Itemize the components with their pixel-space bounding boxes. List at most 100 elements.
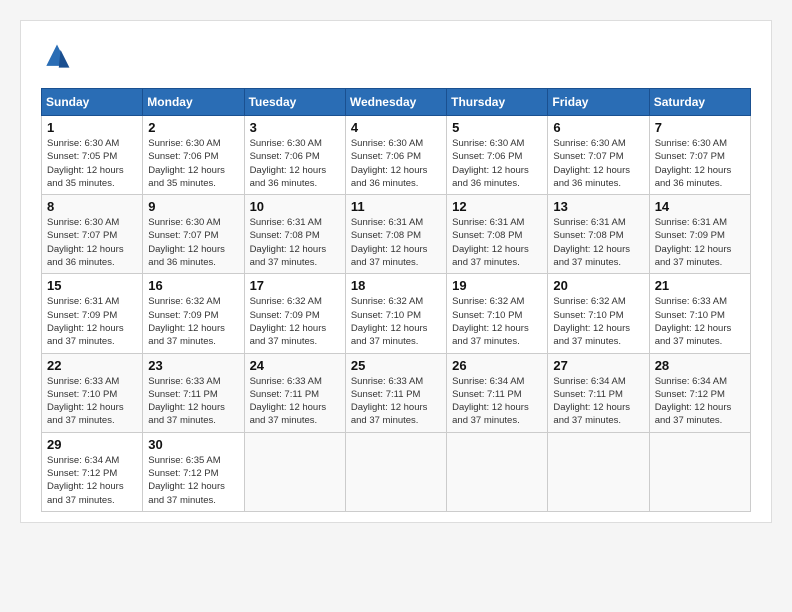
weekday-header-monday: Monday	[143, 89, 244, 116]
calendar-cell: 14 Sunrise: 6:31 AMSunset: 7:09 PMDayligh…	[649, 195, 750, 274]
day-info: Sunrise: 6:33 AMSunset: 7:10 PMDaylight:…	[655, 295, 745, 348]
calendar-week-5: 29Sunrise: 6:34 AMSunset: 7:12 PMDayligh…	[42, 432, 751, 511]
day-info: Sunrise: 6:33 AMSunset: 7:11 PMDaylight:…	[351, 375, 441, 428]
day-number: 6	[553, 120, 643, 135]
calendar-cell: 7 Sunrise: 6:30 AMSunset: 7:07 PMDaylight…	[649, 116, 750, 195]
day-info: Sunrise: 6:32 AMSunset: 7:10 PMDaylight:…	[351, 295, 441, 348]
calendar-cell: 27 Sunrise: 6:34 AMSunset: 7:11 PMDayligh…	[548, 353, 649, 432]
day-number: 21	[655, 278, 745, 293]
calendar-cell: 26Sunrise: 6:34 AMSunset: 7:11 PMDayligh…	[447, 353, 548, 432]
day-number: 18	[351, 278, 441, 293]
day-number: 4	[351, 120, 441, 135]
day-info: Sunrise: 6:30 AMSunset: 7:06 PMDaylight:…	[148, 137, 238, 190]
weekday-header-wednesday: Wednesday	[345, 89, 446, 116]
day-number: 19	[452, 278, 542, 293]
day-info: Sunrise: 6:32 AMSunset: 7:10 PMDaylight:…	[452, 295, 542, 348]
day-number: 23	[148, 358, 238, 373]
day-number: 28	[655, 358, 745, 373]
calendar-cell: 6 Sunrise: 6:30 AMSunset: 7:07 PMDaylight…	[548, 116, 649, 195]
calendar-cell: 4 Sunrise: 6:30 AMSunset: 7:06 PMDaylight…	[345, 116, 446, 195]
day-info: Sunrise: 6:34 AMSunset: 7:11 PMDaylight:…	[452, 375, 542, 428]
day-number: 17	[250, 278, 340, 293]
day-number: 2	[148, 120, 238, 135]
weekday-header-row: SundayMondayTuesdayWednesdayThursdayFrid…	[42, 89, 751, 116]
calendar-cell: 13 Sunrise: 6:31 AMSunset: 7:08 PMDayligh…	[548, 195, 649, 274]
day-info: Sunrise: 6:30 AMSunset: 7:06 PMDaylight:…	[452, 137, 542, 190]
day-info: Sunrise: 6:31 AMSunset: 7:09 PMDaylight:…	[47, 295, 137, 348]
header-section	[41, 41, 751, 73]
day-number: 16	[148, 278, 238, 293]
day-info: Sunrise: 6:31 AMSunset: 7:08 PMDaylight:…	[351, 216, 441, 269]
calendar-cell: 23 Sunrise: 6:33 AMSunset: 7:11 PMDayligh…	[143, 353, 244, 432]
day-info: Sunrise: 6:30 AMSunset: 7:06 PMDaylight:…	[250, 137, 340, 190]
day-info: Sunrise: 6:30 AMSunset: 7:07 PMDaylight:…	[148, 216, 238, 269]
calendar-cell: 10 Sunrise: 6:31 AMSunset: 7:08 PMDayligh…	[244, 195, 345, 274]
day-number: 7	[655, 120, 745, 135]
calendar-cell: 5Sunrise: 6:30 AMSunset: 7:06 PMDaylight…	[447, 116, 548, 195]
calendar-cell: 20 Sunrise: 6:32 AMSunset: 7:10 PMDayligh…	[548, 274, 649, 353]
day-info: Sunrise: 6:32 AMSunset: 7:09 PMDaylight:…	[148, 295, 238, 348]
day-number: 12	[452, 199, 542, 214]
day-info: Sunrise: 6:31 AMSunset: 7:09 PMDaylight:…	[655, 216, 745, 269]
weekday-header-thursday: Thursday	[447, 89, 548, 116]
day-info: Sunrise: 6:30 AMSunset: 7:07 PMDaylight:…	[553, 137, 643, 190]
day-info: Sunrise: 6:32 AMSunset: 7:10 PMDaylight:…	[553, 295, 643, 348]
calendar-cell: 17Sunrise: 6:32 AMSunset: 7:09 PMDayligh…	[244, 274, 345, 353]
day-info: Sunrise: 6:30 AMSunset: 7:05 PMDaylight:…	[47, 137, 137, 190]
day-info: Sunrise: 6:35 AMSunset: 7:12 PMDaylight:…	[148, 454, 238, 507]
day-number: 10	[250, 199, 340, 214]
calendar-cell: 15 Sunrise: 6:31 AMSunset: 7:09 PMDayligh…	[42, 274, 143, 353]
day-number: 24	[250, 358, 340, 373]
day-info: Sunrise: 6:30 AMSunset: 7:07 PMDaylight:…	[655, 137, 745, 190]
day-info: Sunrise: 6:34 AMSunset: 7:12 PMDaylight:…	[47, 454, 137, 507]
calendar-cell: 30 Sunrise: 6:35 AMSunset: 7:12 PMDayligh…	[143, 432, 244, 511]
calendar-week-4: 22Sunrise: 6:33 AMSunset: 7:10 PMDayligh…	[42, 353, 751, 432]
calendar-cell	[447, 432, 548, 511]
day-number: 27	[553, 358, 643, 373]
day-info: Sunrise: 6:33 AMSunset: 7:11 PMDaylight:…	[148, 375, 238, 428]
day-number: 22	[47, 358, 137, 373]
day-info: Sunrise: 6:31 AMSunset: 7:08 PMDaylight:…	[553, 216, 643, 269]
calendar-cell: 21 Sunrise: 6:33 AMSunset: 7:10 PMDayligh…	[649, 274, 750, 353]
day-number: 8	[47, 199, 137, 214]
weekday-header-sunday: Sunday	[42, 89, 143, 116]
calendar-table: SundayMondayTuesdayWednesdayThursdayFrid…	[41, 88, 751, 512]
day-number: 1	[47, 120, 137, 135]
calendar-week-1: 1 Sunrise: 6:30 AMSunset: 7:05 PMDaylight…	[42, 116, 751, 195]
calendar-cell: 12 Sunrise: 6:31 AMSunset: 7:08 PMDayligh…	[447, 195, 548, 274]
day-info: Sunrise: 6:34 AMSunset: 7:11 PMDaylight:…	[553, 375, 643, 428]
weekday-header-friday: Friday	[548, 89, 649, 116]
day-info: Sunrise: 6:30 AMSunset: 7:06 PMDaylight:…	[351, 137, 441, 190]
calendar-body: 1 Sunrise: 6:30 AMSunset: 7:05 PMDaylight…	[42, 116, 751, 512]
weekday-header-saturday: Saturday	[649, 89, 750, 116]
calendar-cell	[345, 432, 446, 511]
day-info: Sunrise: 6:30 AMSunset: 7:07 PMDaylight:…	[47, 216, 137, 269]
calendar-cell: 16 Sunrise: 6:32 AMSunset: 7:09 PMDayligh…	[143, 274, 244, 353]
calendar-cell: 1 Sunrise: 6:30 AMSunset: 7:05 PMDaylight…	[42, 116, 143, 195]
calendar-cell: 19 Sunrise: 6:32 AMSunset: 7:10 PMDayligh…	[447, 274, 548, 353]
calendar-container: SundayMondayTuesdayWednesdayThursdayFrid…	[20, 20, 772, 523]
weekday-header-tuesday: Tuesday	[244, 89, 345, 116]
calendar-cell: 2 Sunrise: 6:30 AMSunset: 7:06 PMDaylight…	[143, 116, 244, 195]
calendar-cell: 9 Sunrise: 6:30 AMSunset: 7:07 PMDaylight…	[143, 195, 244, 274]
calendar-cell	[244, 432, 345, 511]
day-number: 9	[148, 199, 238, 214]
logo-icon	[41, 41, 73, 73]
day-number: 14	[655, 199, 745, 214]
calendar-cell: 22Sunrise: 6:33 AMSunset: 7:10 PMDayligh…	[42, 353, 143, 432]
day-number: 20	[553, 278, 643, 293]
calendar-cell: 25Sunrise: 6:33 AMSunset: 7:11 PMDayligh…	[345, 353, 446, 432]
day-number: 13	[553, 199, 643, 214]
calendar-cell: 29Sunrise: 6:34 AMSunset: 7:12 PMDayligh…	[42, 432, 143, 511]
day-number: 30	[148, 437, 238, 452]
day-number: 15	[47, 278, 137, 293]
calendar-cell	[548, 432, 649, 511]
calendar-week-3: 15 Sunrise: 6:31 AMSunset: 7:09 PMDayligh…	[42, 274, 751, 353]
calendar-cell: 8 Sunrise: 6:30 AMSunset: 7:07 PMDaylight…	[42, 195, 143, 274]
calendar-week-2: 8 Sunrise: 6:30 AMSunset: 7:07 PMDaylight…	[42, 195, 751, 274]
logo	[41, 41, 77, 73]
calendar-cell	[649, 432, 750, 511]
day-info: Sunrise: 6:31 AMSunset: 7:08 PMDaylight:…	[250, 216, 340, 269]
calendar-cell: 11Sunrise: 6:31 AMSunset: 7:08 PMDayligh…	[345, 195, 446, 274]
day-info: Sunrise: 6:31 AMSunset: 7:08 PMDaylight:…	[452, 216, 542, 269]
